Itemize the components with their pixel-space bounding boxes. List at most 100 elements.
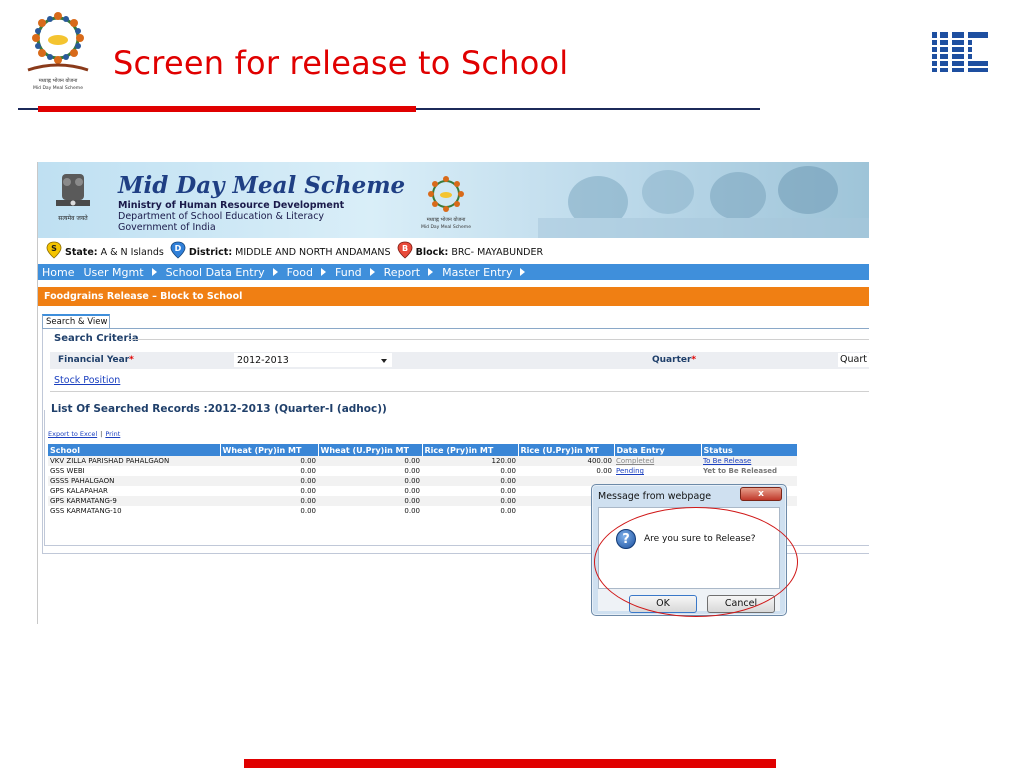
export-to-excel-link[interactable]: Export to Excel bbox=[48, 430, 97, 438]
wheat-upry-cell: 0.00 bbox=[404, 467, 420, 475]
quarter-select[interactable]: Quart bbox=[838, 353, 869, 367]
menu-item-fund[interactable]: Fund bbox=[335, 266, 375, 279]
district-label: District: bbox=[188, 246, 233, 258]
svg-text:Mid Day Meal Scheme: Mid Day Meal Scheme bbox=[33, 85, 83, 91]
wheat-upry-cell: 0.00 bbox=[318, 476, 422, 486]
menu-arrow-icon bbox=[369, 268, 375, 276]
block-value: BRC- MAYABUNDER bbox=[451, 246, 544, 258]
rice-pry-cell: 0.00 bbox=[422, 476, 518, 486]
menu-item-master-entry[interactable]: Master Entry bbox=[442, 266, 526, 279]
column-header: Wheat (U.Pry)in MT bbox=[318, 444, 423, 456]
rice-pry-cell: 0.00 bbox=[500, 507, 516, 515]
export-links: Export to Excel | Print bbox=[48, 430, 121, 438]
rice-pry-cell: 120.00 bbox=[422, 456, 518, 466]
slide: मध्याह्न भोजन योजना Mid Day Meal Scheme … bbox=[0, 0, 1024, 768]
column-header: Data Entry bbox=[614, 444, 702, 456]
wheat-upry-cell: 0.00 bbox=[404, 507, 420, 515]
section-title-bar: Foodgrains Release – Block to School bbox=[38, 287, 869, 306]
school-cell: VKV ZILLA PARISHAD PAHALGAON bbox=[48, 456, 220, 466]
svg-text:D: D bbox=[175, 244, 182, 253]
status-cell: Yet to Be Released bbox=[703, 467, 778, 475]
menu-item-user-mgmt[interactable]: User Mgmt bbox=[83, 266, 157, 279]
state-pin-icon: S bbox=[46, 241, 62, 259]
district-pin-icon: D bbox=[170, 241, 186, 259]
tab-strip-line bbox=[42, 328, 869, 329]
table-row: VKV ZILLA PARISHAD PAHALGAON 0.00 0.00 1… bbox=[48, 456, 797, 466]
mdm-banner-logo-icon: मध्याह्न भोजन योजना Mid Day Meal Scheme bbox=[421, 176, 471, 230]
school-cell: GPS KALAPAHAR bbox=[50, 487, 108, 495]
svg-text:सत्यमेव जयते: सत्यमेव जयते bbox=[58, 214, 88, 222]
search-criteria-heading: Search Criteria bbox=[54, 333, 139, 344]
menu-arrow-icon bbox=[428, 268, 434, 276]
svg-text:Mid Day Meal Scheme: Mid Day Meal Scheme bbox=[421, 224, 471, 230]
department-name: Department of School Education & Literac… bbox=[118, 211, 325, 222]
wheat-pry-cell: 0.00 bbox=[220, 456, 318, 466]
search-divider bbox=[50, 391, 869, 392]
financial-year-label: Financial Year* bbox=[58, 355, 134, 365]
block-pin-icon: B bbox=[397, 241, 412, 259]
svg-text:मध्याह्न भोजन योजना: मध्याह्न भोजन योजना bbox=[427, 216, 466, 223]
section-title: Foodgrains Release – Block to School bbox=[44, 291, 243, 302]
menu-arrow-icon bbox=[272, 268, 278, 276]
menu-arrow-icon bbox=[520, 268, 526, 276]
wheat-pry-cell: 0.00 bbox=[300, 487, 316, 495]
column-header: Rice (U.Pry)in MT bbox=[518, 444, 615, 456]
menu-arrow-icon bbox=[151, 268, 157, 276]
mid-day-meal-logo-icon: मध्याह्न भोजन योजना Mid Day Meal Scheme bbox=[27, 12, 89, 91]
national-emblem-icon: सत्यमेव जयते bbox=[56, 174, 90, 222]
wheat-upry-cell: 0.00 bbox=[318, 496, 422, 506]
menu-item-food[interactable]: Food bbox=[287, 266, 326, 279]
wheat-pry-cell: 0.00 bbox=[300, 467, 316, 475]
rice-pry-cell: 0.00 bbox=[422, 496, 518, 506]
tab-search-view[interactable]: Search & View bbox=[42, 314, 110, 328]
svg-text:B: B bbox=[402, 244, 408, 253]
footer-accent-bar bbox=[244, 759, 776, 768]
column-header: Status bbox=[701, 444, 798, 456]
nic-logo-icon bbox=[930, 32, 990, 72]
quarter-label: Quarter* bbox=[652, 355, 697, 365]
district-value: MIDDLE AND NORTH ANDAMANS bbox=[235, 246, 391, 258]
main-menu: Home User Mgmt School Data Entry Food Fu… bbox=[38, 264, 869, 280]
menu-item-school-data-entry[interactable]: School Data Entry bbox=[166, 266, 278, 279]
wheat-pry-cell: 0.00 bbox=[220, 476, 318, 486]
wheat-pry-cell: 0.00 bbox=[300, 507, 316, 515]
dialog-close-button[interactable]: x bbox=[740, 487, 782, 501]
slide-title: Screen for release to School bbox=[113, 44, 569, 82]
site-banner: सत्यमेव जयते Mid Day Meal Scheme Ministr… bbox=[38, 162, 869, 238]
search-criteria-divider bbox=[128, 339, 869, 340]
column-header: Wheat (Pry)in MT bbox=[220, 444, 319, 456]
financial-year-select[interactable]: 2012-2013 bbox=[234, 353, 392, 367]
rice-pry-cell: 0.00 bbox=[500, 487, 516, 495]
wheat-pry-cell: 0.00 bbox=[220, 496, 318, 506]
column-header: School bbox=[48, 444, 221, 456]
school-cell: GSS WEBI bbox=[50, 467, 85, 475]
menu-item-home[interactable]: Home bbox=[42, 266, 74, 279]
highlight-ellipse bbox=[594, 507, 798, 617]
dialog-title: Message from webpage bbox=[598, 491, 712, 502]
school-cell: GSSS PAHALGAON bbox=[48, 476, 220, 486]
header-accent-bar bbox=[38, 106, 416, 112]
block-label: Block: bbox=[415, 246, 449, 258]
data-entry-link[interactable]: Pending bbox=[614, 466, 701, 476]
table-row: GSS WEBI 0.00 0.00 0.00 0.00 Pending Yet… bbox=[48, 466, 797, 476]
data-entry-link[interactable]: Completed bbox=[614, 456, 701, 466]
wheat-upry-cell: 0.00 bbox=[404, 487, 420, 495]
state-value: A & N Islands bbox=[100, 246, 164, 258]
menu-arrow-icon bbox=[321, 268, 326, 276]
records-title: List Of Searched Records :2012-2013 (Qua… bbox=[48, 403, 390, 415]
column-header: Rice (Pry)in MT bbox=[422, 444, 519, 456]
stock-position-link[interactable]: Stock Position bbox=[54, 375, 120, 386]
print-link[interactable]: Print bbox=[105, 430, 120, 438]
children-banner-image bbox=[538, 166, 869, 238]
svg-text:मध्याह्न भोजन योजना: मध्याह्न भोजन योजना bbox=[39, 77, 78, 84]
rice-pry-cell: 0.00 bbox=[500, 467, 516, 475]
menu-item-report[interactable]: Report bbox=[384, 266, 434, 279]
release-link[interactable]: To Be Release bbox=[701, 456, 797, 466]
table-header-row: School Wheat (Pry)in MT Wheat (U.Pry)in … bbox=[48, 444, 798, 456]
school-cell: GSS KARMATANG-10 bbox=[50, 507, 122, 515]
state-label: State: bbox=[65, 246, 98, 258]
svg-text:S: S bbox=[51, 244, 57, 253]
government-name: Government of India bbox=[118, 222, 216, 233]
site-title: Mid Day Meal Scheme bbox=[118, 172, 406, 199]
required-mark: * bbox=[129, 355, 134, 365]
